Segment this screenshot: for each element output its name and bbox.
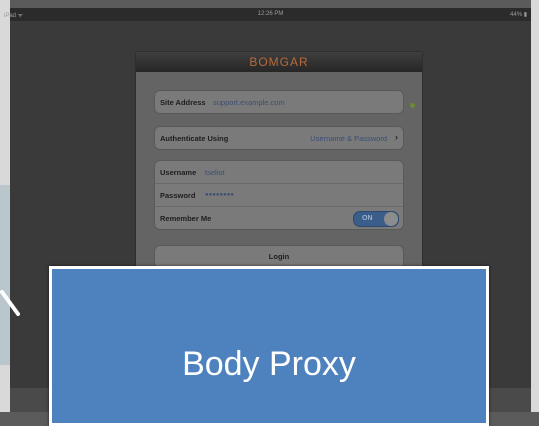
remember-me-toggle[interactable]: ON xyxy=(353,211,399,227)
toggle-state-label: ON xyxy=(362,215,373,222)
authenticate-using-row[interactable]: Authenticate Using Username & Password › xyxy=(155,127,403,149)
body-proxy-label: Body Proxy xyxy=(182,345,356,383)
password-row[interactable]: Password ●●●●●●●● xyxy=(155,183,403,206)
background-left-edge xyxy=(0,0,10,412)
background-right-edge xyxy=(531,0,539,412)
password-field[interactable]: ●●●●●●●● xyxy=(205,192,234,198)
chevron-right-icon: › xyxy=(395,132,398,142)
body-proxy-callout: Body Proxy xyxy=(49,266,489,426)
remember-me-label: Remember Me xyxy=(160,214,212,223)
brand-logo: BOMGAR xyxy=(249,55,309,69)
login-dialog: BOMGAR Site Address support.example.com … xyxy=(135,51,423,293)
site-address-row[interactable]: Site Address support.example.com xyxy=(155,91,403,113)
username-field[interactable]: tseliot xyxy=(205,168,225,177)
battery-indicator: 44% ▮ xyxy=(510,12,527,18)
authenticate-using-value: Username & Password xyxy=(310,134,387,143)
remember-me-row: Remember Me ON xyxy=(155,206,403,229)
status-bar: iPad ᯤ 12:26 PM 44% ▮ xyxy=(4,8,531,21)
site-address-group: Site Address support.example.com xyxy=(154,90,404,114)
brand-header: BOMGAR xyxy=(136,52,422,72)
connection-status-icon xyxy=(410,103,415,108)
site-address-value[interactable]: support.example.com xyxy=(213,98,285,107)
credentials-group: Username tseliot Password ●●●●●●●● Remem… xyxy=(154,160,404,230)
username-label: Username xyxy=(160,168,197,177)
authentication-group: Authenticate Using Username & Password › xyxy=(154,126,404,150)
password-label: Password xyxy=(160,191,196,200)
toggle-knob xyxy=(384,212,398,226)
clock: 12:26 PM xyxy=(257,11,284,17)
authenticate-using-label: Authenticate Using xyxy=(160,134,229,143)
site-address-label: Site Address xyxy=(160,98,206,107)
username-row[interactable]: Username tseliot xyxy=(155,161,403,183)
callout-connector-line xyxy=(0,290,20,316)
